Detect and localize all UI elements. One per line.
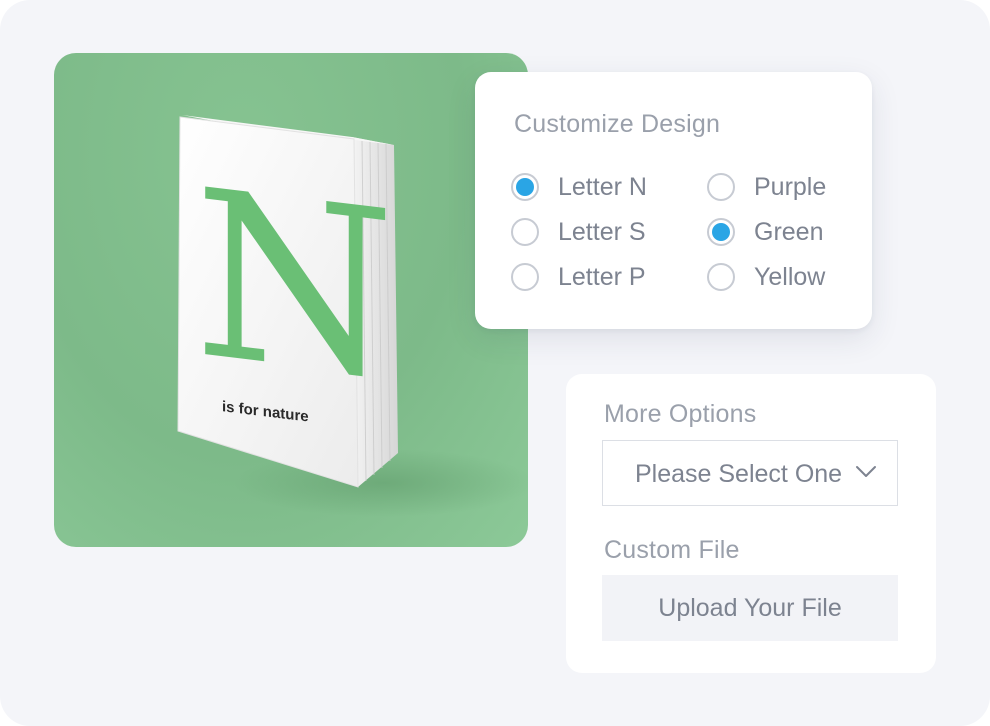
radio-yellow[interactable]: Yellow [707, 261, 825, 293]
page-canvas: N is for nature Customize Design Letter … [0, 0, 990, 726]
more-options-card: More Options Please Select One Custom Fi… [566, 374, 936, 673]
radio-label: Letter P [558, 262, 646, 291]
radio-purple[interactable]: Purple [707, 171, 826, 203]
radio-label: Letter S [558, 217, 646, 246]
select-value: Please Select One [635, 460, 843, 488]
radio-letter-p[interactable]: Letter P [511, 261, 646, 293]
radio-unselected-icon [511, 218, 539, 246]
upload-button-label: Upload Your File [658, 593, 842, 622]
radio-letter-s[interactable]: Letter S [511, 216, 646, 248]
radio-label: Purple [754, 172, 827, 201]
radio-selected-icon [511, 173, 539, 201]
book-mockup: N is for nature [177, 115, 528, 517]
customize-title: Customize Design [514, 110, 721, 138]
chevron-down-icon [856, 466, 876, 477]
custom-file-title: Custom File [604, 536, 740, 564]
cover-letter-n: N is for nature [194, 141, 395, 432]
radio-unselected-icon [707, 263, 735, 291]
radio-green[interactable]: Green [707, 216, 823, 248]
radio-label: Yellow [754, 262, 826, 291]
radio-letter-n[interactable]: Letter N [511, 171, 647, 203]
more-options-title: More Options [604, 400, 757, 428]
options-select[interactable]: Please Select One [602, 440, 898, 506]
radio-label: Letter N [558, 172, 647, 201]
upload-file-button[interactable]: Upload Your File [602, 575, 898, 641]
radio-unselected-icon [511, 263, 539, 291]
product-image: N is for nature [54, 53, 528, 547]
radio-selected-icon [707, 218, 735, 246]
radio-label: Green [754, 217, 824, 246]
cover-letter: N [194, 141, 395, 432]
radio-unselected-icon [707, 173, 735, 201]
customize-design-card: Customize Design Letter N Letter S Lette… [475, 72, 872, 329]
